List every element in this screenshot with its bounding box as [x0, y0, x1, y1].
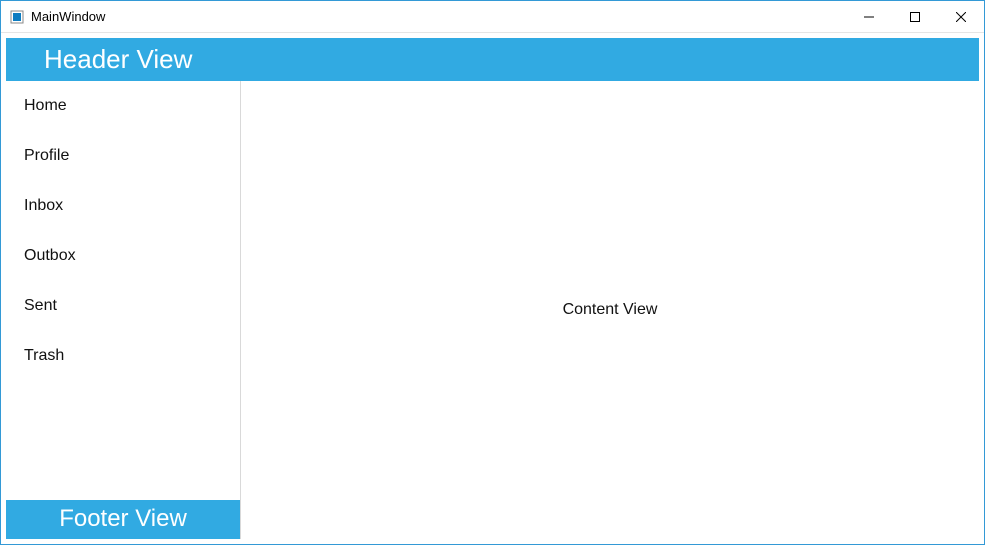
sidebar-item-label: Trash	[24, 347, 64, 364]
sidebar-item-label: Profile	[24, 147, 69, 164]
sidebar-list: Home Profile Inbox Outbox Sent	[6, 81, 240, 500]
sidebar-item-label: Home	[24, 97, 67, 114]
sidebar-item-inbox[interactable]: Inbox	[6, 181, 240, 231]
middle-row: Home Profile Inbox Outbox Sent	[6, 81, 979, 539]
header-title: Header View	[44, 44, 192, 74]
window-title: MainWindow	[31, 9, 846, 24]
footer-title: Footer View	[59, 505, 187, 532]
sidebar-item-label: Inbox	[24, 197, 63, 214]
sidebar: Home Profile Inbox Outbox Sent	[6, 81, 241, 539]
main-window: MainWindow Header View Home	[0, 0, 985, 545]
sidebar-item-label: Outbox	[24, 247, 76, 264]
footer-view: Footer View	[6, 500, 240, 539]
sidebar-item-sent[interactable]: Sent	[6, 281, 240, 331]
titlebar: MainWindow	[1, 1, 984, 33]
sidebar-item-home[interactable]: Home	[6, 81, 240, 131]
sidebar-item-label: Sent	[24, 297, 57, 314]
sidebar-item-profile[interactable]: Profile	[6, 131, 240, 181]
header-view: Header View	[6, 38, 979, 81]
sidebar-item-trash[interactable]: Trash	[6, 331, 240, 381]
sidebar-item-outbox[interactable]: Outbox	[6, 231, 240, 281]
app-icon	[9, 9, 25, 25]
maximize-button[interactable]	[892, 1, 938, 32]
content-text: Content View	[563, 301, 658, 319]
content-view: Content View	[241, 81, 979, 539]
client-area: Header View Home Profile Inbox Outbox	[1, 33, 984, 544]
minimize-button[interactable]	[846, 1, 892, 32]
close-button[interactable]	[938, 1, 984, 32]
window-controls	[846, 1, 984, 32]
